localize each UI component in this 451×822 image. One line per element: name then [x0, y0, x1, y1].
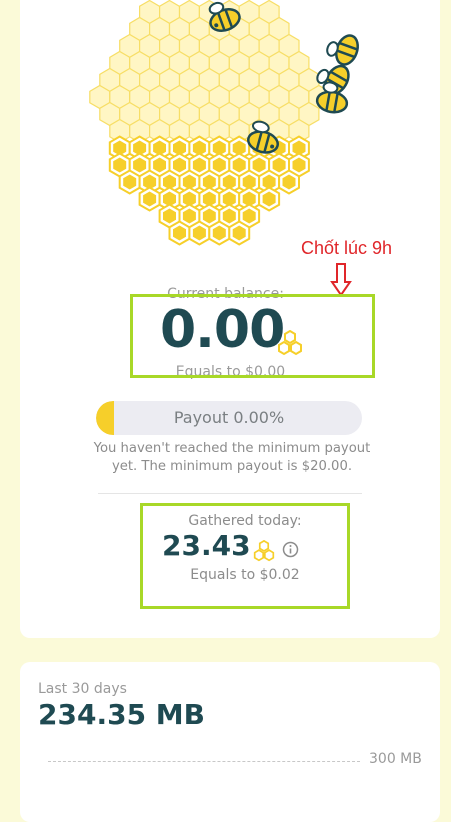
highlight-box-balance [130, 294, 375, 378]
stats-value: 234.35 MB [38, 698, 206, 731]
chart-axis-label: 300 MB [369, 751, 422, 767]
divider [98, 493, 362, 494]
annotation-note: Chốt lúc 9h [301, 238, 393, 258]
honeycomb-hive-illustration [89, 0, 359, 246]
highlight-box-today [140, 503, 350, 609]
bee-icon [326, 34, 359, 66]
chart-gridline [48, 761, 360, 762]
stats-period-label: Last 30 days [38, 681, 127, 697]
payout-progress-bar: Payout 0.00% [96, 401, 362, 435]
payout-note: You haven't reached the minimum payout y… [93, 441, 371, 474]
payout-label: Payout 0.00% [173, 408, 285, 427]
